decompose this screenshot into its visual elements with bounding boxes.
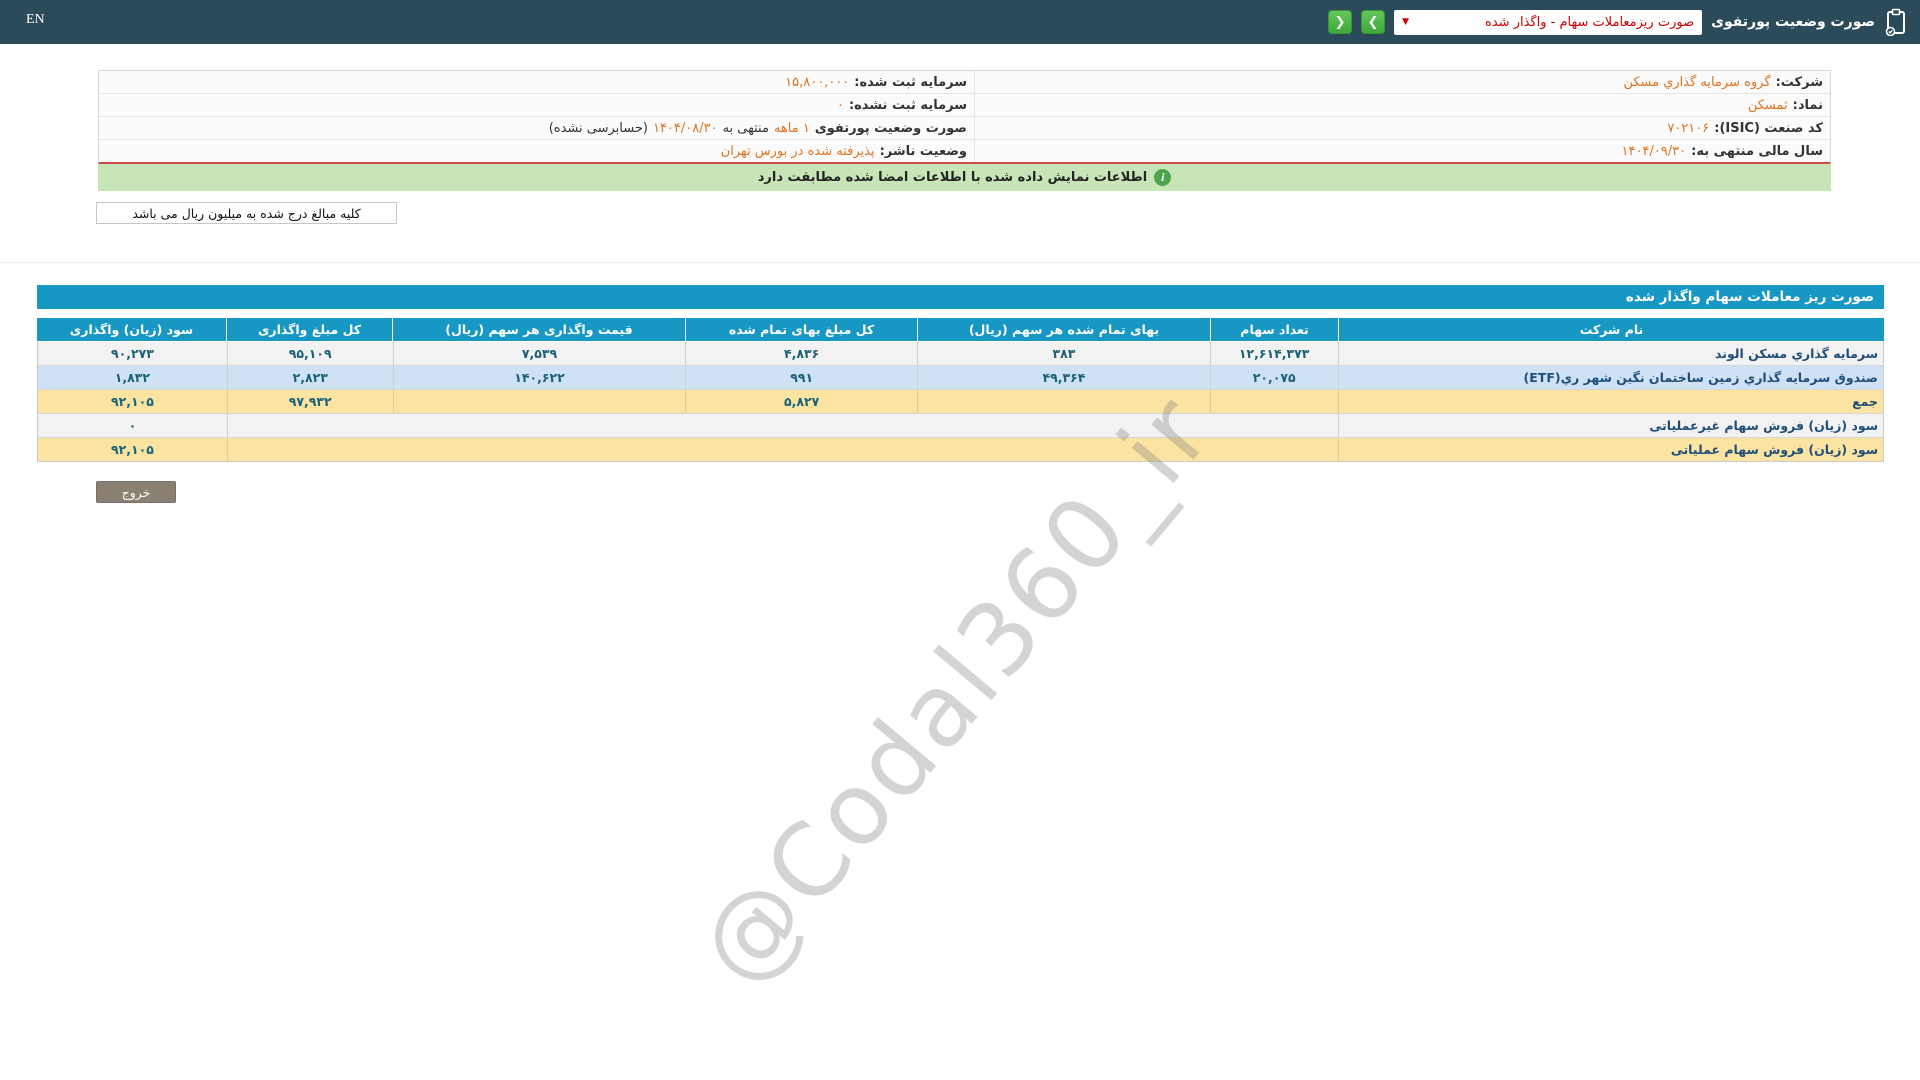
operating-profit-label: سود (زیان) فروش سهام عملیاتی: [1338, 438, 1883, 461]
column-header-profit: سود (زیان) واگذاری: [37, 318, 226, 341]
chevron-down-icon: ▼: [1402, 18, 1409, 27]
transactions-table-body: سرمایه گذاري مسکن الوند ۱۲,۶۱۴,۳۷۳ ۳۸۳ ۴…: [37, 341, 1884, 462]
total-profit: ۹۲,۱۰۵: [38, 390, 227, 413]
info-row-fiscal-year: سال مالی منتهی به: ۱۴۰۴/۰۹/۳۰ وضعیت ناشر…: [99, 140, 1830, 162]
issuer-status-cell: وضعیت ناشر: پذیرفته شده در بورس تهران: [99, 140, 974, 162]
total-share-count: [1210, 390, 1338, 413]
table-row-nonoperating: سود (زیان) فروش سهام غیرعملیاتی ۰: [38, 413, 1883, 437]
column-header-company-name: نام شرکت: [1338, 318, 1884, 341]
transactions-table-title: صورت ریز معاملات سهام واگذار شده: [37, 285, 1884, 309]
portfolio-clipboard-icon: [1884, 8, 1908, 36]
report-select-dropdown[interactable]: صورت ریزمعاملات سهام - واگذار شده ▼: [1394, 10, 1702, 35]
nonoperating-profit-value: ۰: [38, 414, 227, 437]
isic-label: کد صنعت (ISIC):: [1714, 121, 1823, 136]
total-sale-per-share: [393, 390, 686, 413]
registered-capital-value: ۱۵,۸۰۰,۰۰۰: [785, 75, 849, 90]
column-header-total-sale: کل مبلغ واگذاری: [226, 318, 392, 341]
exit-button[interactable]: خروج: [96, 481, 176, 503]
row-share-count: ۱۲,۶۱۴,۳۷۳: [1210, 342, 1338, 365]
table-row-total: جمع ۵,۸۲۷ ۹۷,۹۳۲ ۹۲,۱۰۵: [38, 389, 1883, 413]
fiscal-year-cell: سال مالی منتهی به: ۱۴۰۴/۰۹/۳۰: [974, 140, 1830, 162]
total-row-label: جمع: [1338, 390, 1883, 413]
statement-period-mid: منتهی به: [723, 121, 769, 136]
row-share-count: ۲۰,۰۷۵: [1210, 366, 1338, 389]
unregistered-capital-value: ۰: [837, 98, 844, 113]
unregistered-capital-cell: سرمایه ثبت نشده: ۰: [99, 94, 974, 116]
isic-value: ۷۰۲۱۰۶: [1667, 121, 1709, 136]
signed-data-banner: i اطلاعات نمایش داده شده با اطلاعات امضا…: [98, 164, 1831, 191]
row-total-sale: ۲,۸۲۳: [227, 366, 393, 389]
info-row-isic: کد صنعت (ISIC): ۷۰۲۱۰۶ صورت وضعیت پورتفو…: [99, 117, 1830, 140]
fiscal-year-value: ۱۴۰۴/۰۹/۳۰: [1622, 144, 1687, 159]
company-label: شرکت:: [1776, 75, 1823, 90]
statement-period-length: ۱ ماهه: [774, 121, 810, 136]
row-profit: ۹۰,۲۷۳: [38, 342, 227, 365]
unregistered-capital-label: سرمایه ثبت نشده:: [849, 98, 967, 113]
table-row: سرمایه گذاري مسکن الوند ۱۲,۶۱۴,۳۷۳ ۳۸۳ ۴…: [38, 341, 1883, 365]
symbol-cell: نماد: ثمسکن: [974, 94, 1830, 116]
row-cost-per-share: ۴۹,۳۶۴: [917, 366, 1210, 389]
statement-period-label: صورت وضعیت پورتفوی: [815, 121, 967, 136]
language-toggle-en[interactable]: EN: [26, 12, 45, 28]
issuer-status-label: وضعیت ناشر:: [880, 144, 967, 159]
total-cost: ۵,۸۲۷: [685, 390, 917, 413]
transactions-table: صورت ریز معاملات سهام واگذار شده نام شرک…: [37, 285, 1884, 462]
report-select-value: صورت ریزمعاملات سهام - واگذار شده: [1415, 15, 1694, 30]
section-divider: [0, 262, 1920, 263]
statement-audit-status: (حسابرسی نشده): [549, 121, 648, 136]
column-header-sale-per-share: قیمت واگذاری هر سهم (ریال): [392, 318, 685, 341]
company-cell: شرکت: گروه سرمایه گذاري مسکن: [974, 71, 1830, 93]
statement-period-date: ۱۴۰۴/۰۸/۳۰: [653, 121, 718, 136]
registered-capital-label: سرمایه ثبت شده:: [854, 75, 967, 90]
row-total-sale: ۹۵,۱۰۹: [227, 342, 393, 365]
nonoperating-profit-label: سود (زیان) فروش سهام غیرعملیاتی: [1338, 414, 1883, 437]
total-sale: ۹۷,۹۳۲: [227, 390, 393, 413]
merged-empty-cell: [227, 414, 1338, 437]
row-cost-per-share: ۳۸۳: [917, 342, 1210, 365]
info-row-company: شرکت: گروه سرمایه گذاري مسکن سرمایه ثبت …: [99, 71, 1830, 94]
column-header-cost-per-share: بهای تمام شده هر سهم (ریال): [917, 318, 1210, 341]
row-total-cost: ۹۹۱: [685, 366, 917, 389]
unit-note-box: کلیه مبالغ درج شده به میلیون ریال می باش…: [96, 202, 397, 224]
info-icon: i: [1154, 169, 1171, 186]
total-cost-per-share: [917, 390, 1210, 413]
row-sale-per-share: ۷,۵۳۹: [393, 342, 686, 365]
page-title: صورت وضعیت پورتفوی: [1711, 14, 1875, 30]
top-bar: EN صورت وضعیت پورتفوی صورت ریزمعاملات سه…: [0, 0, 1920, 44]
codal360-watermark: @Codal360_ir: [676, 373, 1234, 1007]
company-value: گروه سرمایه گذاري مسکن: [1623, 75, 1770, 90]
row-company-name: صندوق سرمایه گذاري زمین ساختمان نگین شهر…: [1338, 366, 1883, 389]
info-row-symbol: نماد: ثمسکن سرمایه ثبت نشده: ۰: [99, 94, 1830, 117]
merged-empty-cell: [227, 438, 1338, 461]
row-sale-per-share: ۱۴۰,۶۲۲: [393, 366, 686, 389]
top-bar-controls: صورت وضعیت پورتفوی صورت ریزمعاملات سهام …: [1328, 9, 1908, 35]
symbol-value: ثمسکن: [1748, 98, 1788, 113]
issuer-status-value: پذیرفته شده در بورس تهران: [721, 144, 875, 159]
company-info-table: شرکت: گروه سرمایه گذاري مسکن سرمایه ثبت …: [98, 70, 1831, 165]
table-row-operating: سود (زیان) فروش سهام عملیاتی ۹۲,۱۰۵: [38, 437, 1883, 461]
nav-next-button[interactable]: ❯: [1361, 10, 1385, 34]
table-row: صندوق سرمایه گذاري زمین ساختمان نگین شهر…: [38, 365, 1883, 389]
nav-prev-button[interactable]: ❮: [1328, 10, 1352, 34]
row-company-name: سرمایه گذاري مسکن الوند: [1338, 342, 1883, 365]
fiscal-year-label: سال مالی منتهی به:: [1691, 144, 1823, 159]
row-total-cost: ۴,۸۳۶: [685, 342, 917, 365]
signed-data-banner-text: اطلاعات نمایش داده شده با اطلاعات امضا ش…: [758, 170, 1148, 185]
column-header-share-count: تعداد سهام: [1210, 318, 1338, 341]
isic-cell: کد صنعت (ISIC): ۷۰۲۱۰۶: [974, 117, 1830, 139]
registered-capital-cell: سرمایه ثبت شده: ۱۵,۸۰۰,۰۰۰: [99, 71, 974, 93]
statement-period-cell: صورت وضعیت پورتفوی ۱ ماهه منتهی به ۱۴۰۴/…: [99, 117, 974, 139]
operating-profit-value: ۹۲,۱۰۵: [38, 438, 227, 461]
column-header-total-cost: کل مبلغ بهای تمام شده: [685, 318, 917, 341]
symbol-label: نماد:: [1793, 98, 1823, 113]
transactions-table-header: نام شرکت تعداد سهام بهای تمام شده هر سهم…: [37, 318, 1884, 341]
row-profit: ۱,۸۳۲: [38, 366, 227, 389]
